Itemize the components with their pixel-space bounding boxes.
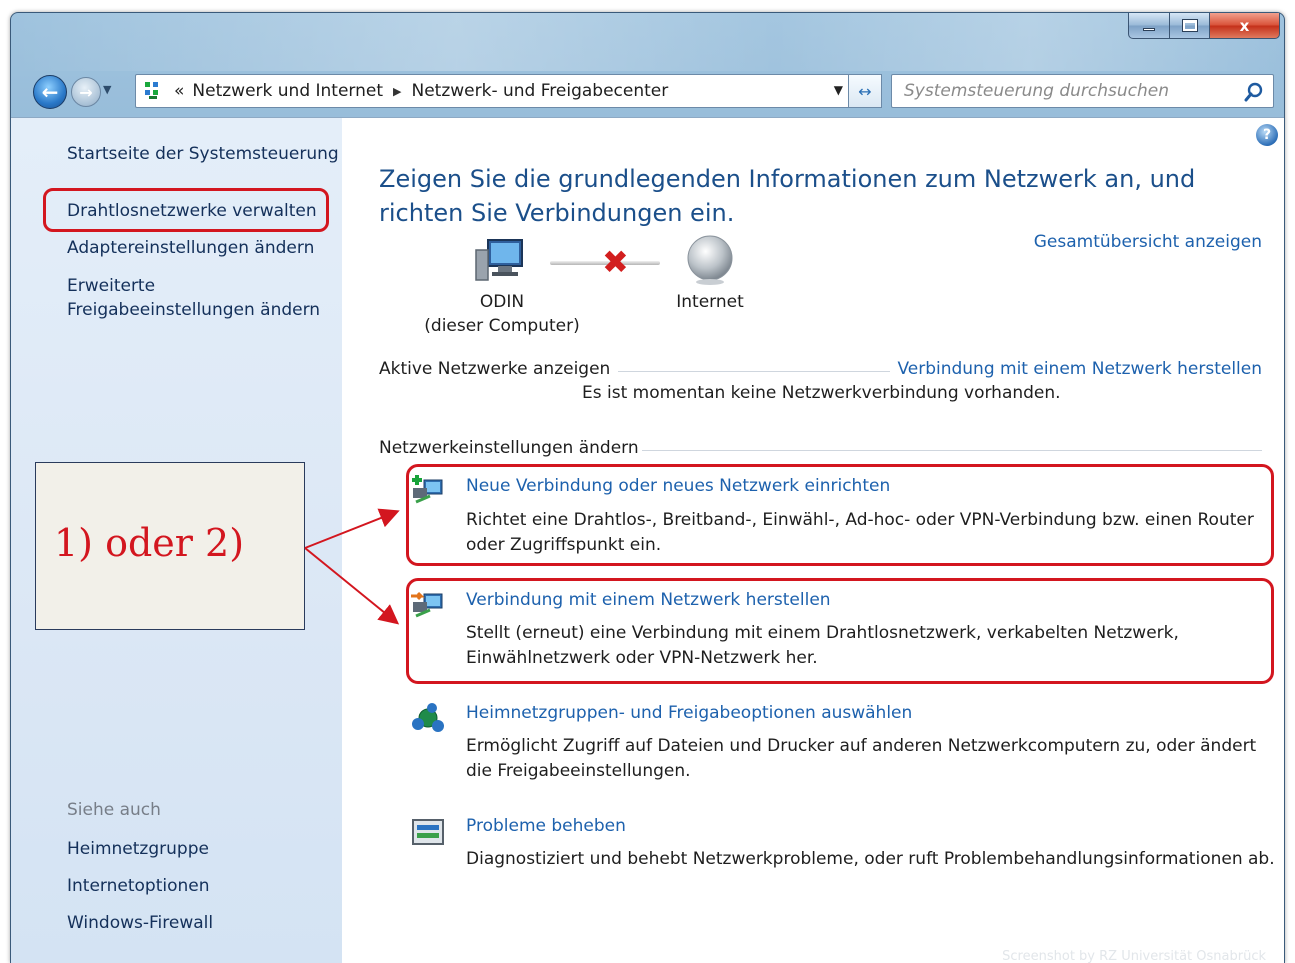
sidebar-item-homegroup[interactable]: Heimnetzgruppe: [67, 837, 209, 861]
breadcrumb-overflow[interactable]: «: [174, 81, 184, 101]
new-connection-icon: [412, 475, 443, 504]
title-bar: [11, 13, 1284, 71]
forward-arrow-icon: →: [79, 82, 93, 102]
minimize-button[interactable]: [1128, 13, 1170, 39]
task-connect-link[interactable]: Verbindung mit einem Netzwerk herstellen: [466, 590, 831, 610]
section-divider: [642, 450, 1262, 451]
back-arrow-icon: ←: [41, 80, 59, 104]
minimize-icon: [1143, 28, 1155, 31]
sidebar-item-advanced-sharing[interactable]: Erweiterte Freigabeeinstellungen ändern: [67, 274, 329, 322]
task-new-connection-desc: Richtet eine Drahtlos-, Breitband-, Einw…: [466, 510, 1254, 555]
forward-button[interactable]: →: [71, 77, 101, 107]
address-bar[interactable]: « Netzwerk und Internet ▶ Netzwerk- und …: [135, 74, 860, 108]
navigation-bar: ← → ▼ « Netzwerk und Internet ▶ Netzwerk…: [11, 71, 1284, 111]
help-icon: ?: [1262, 127, 1272, 143]
sidebar-item-adapter-settings[interactable]: Adaptereinstellungen ändern: [67, 236, 314, 260]
caption-buttons: x: [1128, 13, 1280, 39]
search-icon[interactable]: [1243, 81, 1265, 103]
annotation-label: 1) oder 2): [54, 521, 245, 565]
network-map: ✖ ODIN (dieser Computer) Internet: [402, 228, 752, 348]
task-troubleshoot-desc: Diagnostiziert und behebt Netzwerkproble…: [466, 849, 1275, 869]
connect-network-icon: [411, 591, 443, 618]
troubleshoot-icon: [412, 819, 444, 845]
help-button[interactable]: ?: [1256, 124, 1278, 146]
back-button[interactable]: ←: [33, 75, 67, 109]
computer-name-label: ODIN: [479, 292, 525, 312]
refresh-button[interactable]: ↔: [848, 74, 882, 108]
breadcrumb-separator-icon[interactable]: ▶: [393, 85, 401, 98]
see-also-heading: Siehe auch: [67, 800, 161, 820]
breadcrumb-item-network-internet[interactable]: Netzwerk und Internet: [192, 81, 383, 101]
disconnected-x-icon: ✖: [602, 243, 629, 281]
sidebar-item-internet-options[interactable]: Internetoptionen: [67, 874, 210, 898]
no-connection-text: Es ist momentan keine Netzwerkverbindung…: [582, 383, 1061, 403]
close-icon: x: [1239, 16, 1250, 35]
full-map-link[interactable]: Gesamtübersicht anzeigen: [1034, 232, 1262, 252]
annotation-box: 1) oder 2): [35, 462, 305, 630]
close-button[interactable]: x: [1210, 13, 1280, 39]
task-troubleshoot-link[interactable]: Probleme beheben: [466, 816, 626, 836]
refresh-icon: ↔: [858, 81, 872, 101]
breadcrumb: « Netzwerk und Internet ▶ Netzwerk- und …: [168, 81, 668, 101]
address-dropdown-icon[interactable]: ▼: [834, 83, 843, 97]
section-divider: [618, 371, 890, 372]
task-new-connection-link[interactable]: Neue Verbindung oder neues Netzwerk einr…: [466, 476, 890, 496]
search-placeholder: Systemsteuerung durchsuchen: [904, 81, 1170, 101]
maximize-button[interactable]: [1170, 13, 1210, 39]
homegroup-icon: [412, 703, 444, 732]
computer-icon[interactable]: [474, 236, 526, 288]
computer-sub-label: (dieser Computer): [424, 316, 580, 336]
sidebar-item-windows-firewall[interactable]: Windows-Firewall: [67, 911, 213, 935]
watermark: Screenshot by RZ Universität Osnabrück: [1002, 949, 1266, 963]
task-connect-desc: Stellt (erneut) eine Verbindung mit eine…: [466, 623, 1179, 668]
history-dropdown[interactable]: ▼: [103, 83, 117, 101]
maximize-icon: [1181, 19, 1198, 32]
task-homegroup-link[interactable]: Heimnetzgruppen- und Freigabeoptionen au…: [466, 703, 912, 723]
internet-label: Internet: [676, 292, 744, 312]
highlight-manage-wireless: [43, 188, 329, 232]
task-homegroup-desc: Ermöglicht Zugriff auf Dateien und Druck…: [466, 736, 1257, 781]
page-title: Zeigen Sie die grundlegenden Information…: [379, 165, 1196, 227]
connect-network-link[interactable]: Verbindung mit einem Netzwerk herstellen: [897, 359, 1262, 379]
search-input[interactable]: Systemsteuerung durchsuchen: [891, 74, 1274, 108]
network-settings-heading: Netzwerkeinstellungen ändern: [379, 438, 639, 458]
sidebar-item-control-panel-home[interactable]: Startseite der Systemsteuerung: [67, 142, 339, 166]
main-panel: ? Zeigen Sie die grundlegenden Informati…: [342, 118, 1284, 963]
control-panel-icon: [142, 80, 168, 102]
active-networks-heading: Aktive Netzwerke anzeigen: [379, 359, 611, 379]
breadcrumb-item-network-center[interactable]: Netzwerk- und Freigabecenter: [412, 81, 669, 101]
globe-icon[interactable]: [684, 234, 736, 286]
